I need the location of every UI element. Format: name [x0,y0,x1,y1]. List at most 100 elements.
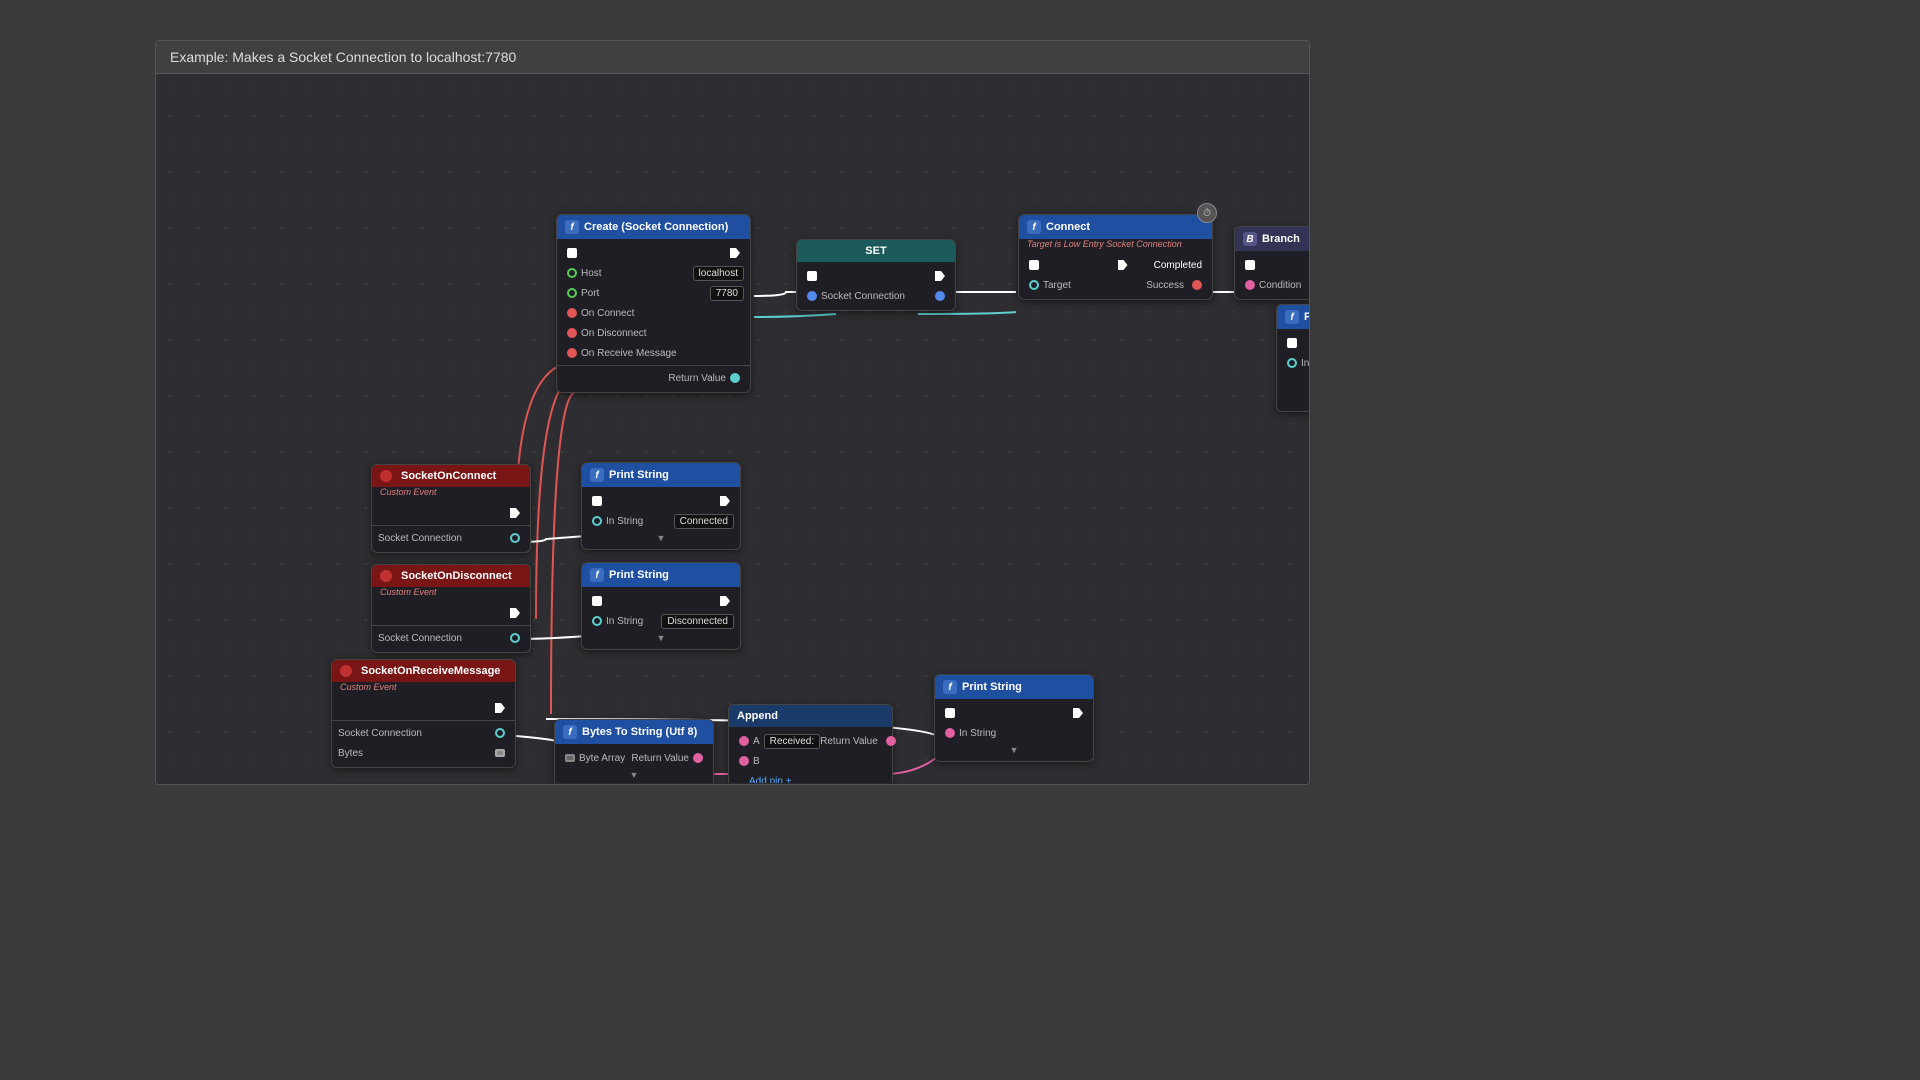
socket-on-connect-socket-label: Socket Connection [378,533,506,544]
print-disconnected-node: f Print String In String Disconnected ▼ [581,562,741,650]
set-socket-out-pin [935,291,945,301]
socket-on-receive-bytes-label: Bytes [338,748,491,759]
set-exec-in [807,271,817,281]
socket-on-disconnect-socket-label: Socket Connection [378,633,506,644]
append-return-label: Return Value [820,736,882,747]
socket-on-disconnect-header: SocketOnDisconnect [372,565,530,587]
socket-on-disconnect-exec-out [510,608,520,618]
print-received-collapse: ▼ [935,743,1093,757]
create-on-connect-pin [567,308,577,318]
socket-on-connect-socket-pin [510,533,520,543]
create-socket-header: f Create (Socket Connection) [557,215,750,239]
create-host-value[interactable]: localhost [693,266,744,281]
append-b-label: B [753,756,886,767]
connect-header: f Connect [1019,215,1212,239]
socket-on-disconnect-subtitle: Custom Event [372,587,530,599]
print-received-icon: f [943,680,957,694]
socket-on-receive-bytes-pin [495,749,505,757]
print-connected-exec-in [592,496,602,506]
print-fail-instring-label: In String [1301,358,1309,369]
print-fail-header: f Print String [1277,305,1309,329]
bytes-to-string-icon: f [563,725,577,739]
create-on-receive-pin [567,348,577,358]
bytes-to-string-bytearray-pin [565,754,575,762]
connect-subtitle: Target is Low Entry Socket Connection [1019,239,1212,251]
create-host-label: Host [581,268,689,279]
print-disconnected-value[interactable]: Disconnected [661,614,734,629]
bytes-to-string-bytearray-label: Byte Array [579,753,631,764]
append-node: Append A Received: Return Value B Add pi… [728,704,893,783]
set-socket-in-pin [807,291,817,301]
print-connected-icon: f [590,468,604,482]
socket-on-receive-exec-out [495,703,505,713]
print-connected-value[interactable]: Connected [674,514,734,529]
socket-on-disconnect-node: SocketOnDisconnect Custom Event Socket C… [371,564,531,653]
create-exec-in [567,248,577,258]
print-disconnected-collapse: ▼ [582,631,740,645]
print-received-title: Print String [962,681,1022,693]
connect-success-label: Success [1114,280,1189,291]
print-disconnected-title: Print String [609,569,669,581]
connect-success-pin [1192,280,1202,290]
print-fail-instring-pin [1287,358,1297,368]
socket-on-receive-title: SocketOnReceiveMessage [361,665,500,677]
create-return-label: Return Value [563,373,726,384]
branch-header: B Branch [1235,227,1309,251]
print-disconnected-instring-pin [592,616,602,626]
editor-title: Example: Makes a Socket Connection to lo… [156,41,1309,74]
print-disconnected-exec-out [720,596,730,606]
bytes-to-string-header: f Bytes To String (Utf 8) [555,720,713,744]
socket-on-receive-icon [340,665,352,677]
print-received-exec-in [945,708,955,718]
print-disconnected-exec-in [592,596,602,606]
set-header: SET [797,240,955,262]
print-connected-instring-label: In String [606,516,670,527]
print-fail-icon: f [1285,310,1299,324]
print-disconnected-icon: f [590,568,604,582]
socket-on-receive-socket-pin [495,728,505,738]
socket-on-receive-subtitle: Custom Event [332,682,515,694]
print-fail-title: Print String [1304,311,1309,323]
bytes-to-string-return-pin [693,753,703,763]
append-add-pin-button[interactable]: Add pin + [749,776,792,784]
print-received-header: f Print String [935,675,1093,699]
connect-icon: f [1027,220,1041,234]
connect-exec-out [1118,260,1128,270]
print-fail-node: f Print String In String Failed to conne… [1276,304,1309,412]
socket-on-connect-exec-out [510,508,520,518]
print-received-instring-label: In String [959,728,1087,739]
blueprint-editor: Example: Makes a Socket Connection to lo… [155,40,1310,785]
create-socket-title: Create (Socket Connection) [584,221,728,233]
set-title: SET [865,245,886,257]
create-exec-out [730,248,740,258]
socket-on-connect-header: SocketOnConnect [372,465,530,487]
create-port-value[interactable]: 7780 [710,286,744,301]
socket-on-disconnect-icon [380,570,392,582]
create-return-pin [730,373,740,383]
append-a-value[interactable]: Received: [764,734,820,749]
bytes-to-string-return-label: Return Value [631,753,689,764]
connect-completed-label: Completed [1132,260,1207,271]
append-a-pin [739,736,749,746]
create-port-pin [567,288,577,298]
print-received-exec-out [1073,708,1083,718]
append-b-pin [739,756,749,766]
print-connected-node: f Print String In String Connected ▼ [581,462,741,550]
branch-title: Branch [1262,233,1300,245]
print-disconnected-instring-label: In String [606,616,657,627]
append-header: Append [729,705,892,727]
create-on-disconnect-label: On Disconnect [581,328,744,339]
socket-on-connect-icon [380,470,392,482]
blueprint-canvas[interactable]: f Create (Socket Connection) Host localh… [156,74,1309,783]
create-on-receive-label: On Receive Message [581,348,744,359]
socket-on-connect-subtitle: Custom Event [372,487,530,499]
append-return-pin [886,736,896,746]
bytes-to-string-title: Bytes To String (Utf 8) [582,726,697,738]
socket-on-disconnect-socket-pin [510,633,520,643]
create-host-pin [567,268,577,278]
title-text: Example: Makes a Socket Connection to lo… [170,49,516,65]
socket-on-connect-title: SocketOnConnect [401,470,496,482]
branch-condition-label: Condition [1259,280,1309,291]
branch-exec-in [1245,260,1255,270]
bytes-to-string-node: f Bytes To String (Utf 8) Byte Array Ret… [554,719,714,783]
